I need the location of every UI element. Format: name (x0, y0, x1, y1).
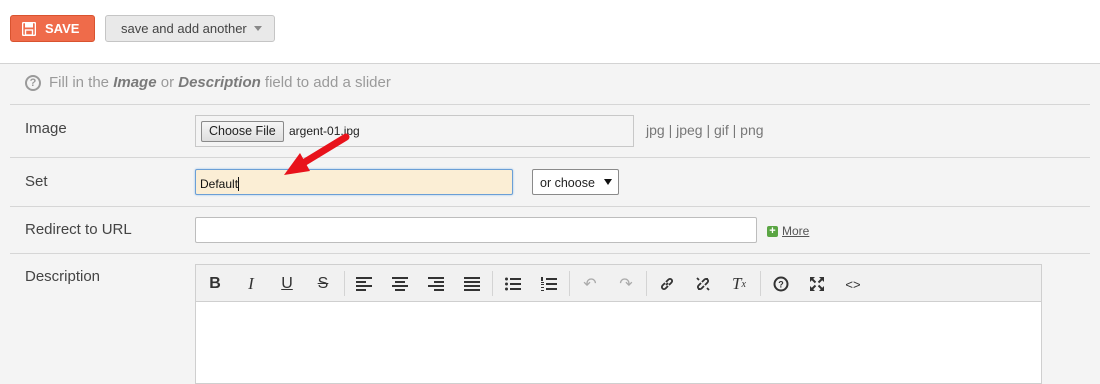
divider (10, 104, 1090, 105)
caret-down-icon[interactable] (254, 26, 262, 31)
help-text: ? Fill in the Image or Description field… (25, 74, 391, 91)
underline-icon[interactable]: U (276, 274, 298, 294)
editor-toolbar: B I U S ↶ ↷ Tx ? <> (196, 265, 1041, 302)
description-editor[interactable]: B I U S ↶ ↷ Tx ? <> (195, 264, 1042, 384)
image-label: Image (25, 120, 67, 137)
description-label: Description (25, 268, 101, 285)
save-button[interactable]: SAVE (10, 15, 95, 42)
divider (10, 157, 1090, 158)
bold-icon[interactable]: B (204, 274, 226, 294)
more-link[interactable]: + More (767, 224, 809, 238)
set-value: Default (200, 177, 239, 191)
save-and-add-another-button[interactable]: save and add another (105, 15, 275, 42)
dropdown-arrow-icon (604, 179, 612, 185)
toolbar-separator (569, 271, 570, 296)
redirect-url-label: Redirect to URL (25, 221, 132, 238)
image-file-input[interactable]: Choose File argent-01.jpg (195, 115, 634, 147)
help-message: Fill in the Image or Description field t… (49, 74, 391, 91)
top-toolbar: SAVE save and add another (0, 0, 1100, 64)
toolbar-separator (344, 271, 345, 296)
save-label: SAVE (45, 21, 80, 36)
red-arrow-annotation (284, 133, 350, 175)
source-code-icon[interactable]: <> (842, 274, 864, 294)
unlink-icon[interactable] (692, 274, 714, 294)
set-choose-label: or choose (540, 176, 595, 190)
italic-icon[interactable]: I (240, 274, 262, 294)
redirect-url-input[interactable] (195, 217, 757, 243)
bulleted-list-icon[interactable] (502, 274, 524, 294)
numbered-list-icon[interactable] (538, 274, 560, 294)
toolbar-separator (646, 271, 647, 296)
svg-text:?: ? (778, 280, 784, 290)
save-and-add-label: save and add another (121, 21, 247, 36)
toolbar-separator (492, 271, 493, 296)
undo-icon[interactable]: ↶ (579, 274, 601, 294)
redo-icon[interactable]: ↷ (615, 274, 637, 294)
align-justify-icon[interactable] (461, 274, 483, 294)
align-left-icon[interactable] (353, 274, 375, 294)
allowed-file-types: jpg | jpeg | gif | png (646, 122, 764, 138)
divider (10, 253, 1090, 254)
set-choose-select[interactable]: or choose (532, 169, 619, 195)
align-center-icon[interactable] (389, 274, 411, 294)
align-right-icon[interactable] (425, 274, 447, 294)
divider (10, 206, 1090, 207)
toolbar-separator (760, 271, 761, 296)
help-icon[interactable]: ? (770, 274, 792, 294)
more-label[interactable]: More (782, 224, 809, 238)
floppy-disk-icon (22, 21, 36, 36)
question-circle-icon: ? (25, 74, 41, 91)
fullscreen-icon[interactable] (806, 274, 828, 294)
text-cursor (238, 177, 240, 191)
link-icon[interactable] (656, 274, 678, 294)
strikethrough-icon[interactable]: S (312, 274, 334, 294)
clear-format-icon[interactable]: Tx (728, 274, 750, 294)
set-label: Set (25, 173, 48, 190)
plus-icon[interactable]: + (767, 225, 778, 237)
